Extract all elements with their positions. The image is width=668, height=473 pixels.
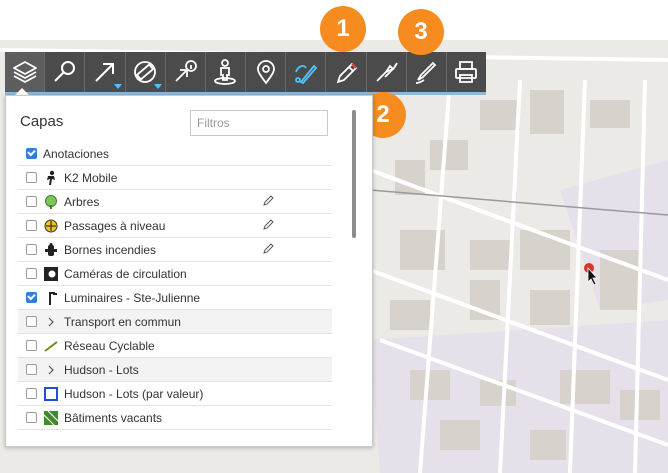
square-outline-icon [43,386,59,402]
filter-input[interactable] [190,110,328,136]
layer-label: Hudson - Lots (par valeur) [64,386,204,401]
layer-row-passages-a-niveau[interactable]: Passages à niveau [18,214,332,238]
arrow-button[interactable] [85,52,126,92]
location-button[interactable] [246,52,287,92]
print-icon [455,61,478,83]
layer-row-bornes-incendies[interactable]: Bornes incendies [18,238,332,262]
panel-scrollbar[interactable] [352,110,356,238]
layer-label: Bornes incendies [64,242,157,257]
search-icon [54,61,75,82]
layer-label: Anotaciones [43,146,110,161]
layer-label: Hudson - Lots [64,362,139,377]
layer-row-arbres[interactable]: Arbres [18,190,332,214]
street-view-button[interactable] [206,52,247,92]
layer-row-reseau-cyclable[interactable]: Réseau Cyclable [18,334,332,358]
crossing-icon [43,218,59,234]
layer-checkbox[interactable] [26,244,37,255]
layer-label: Luminaires - Ste-Julienne [64,290,201,305]
edit-pencil-icon[interactable] [262,243,274,255]
layer-checkbox[interactable] [26,388,37,399]
arrow-icon [95,63,114,82]
info-arrow-button[interactable] [166,52,206,92]
map-toolbar [5,52,486,95]
measure-icon [134,61,156,83]
draw-tool-icon [294,64,318,85]
pencil-button[interactable] [326,52,367,92]
measure-button[interactable] [126,52,166,92]
layers-icon [12,61,37,83]
layers-panel: Capas Anotaciones K2 Mobile Arbres [5,95,373,447]
edit-pencil-icon[interactable] [262,195,274,207]
layer-label: Bâtiments vacants [64,410,163,425]
streetlight-icon [43,290,59,306]
layer-checkbox[interactable] [26,220,37,231]
layer-label: K2 Mobile [64,170,118,185]
layer-label: Réseau Cyclable [64,338,155,353]
layer-checkbox[interactable] [26,196,37,207]
layer-row-cameras-de-circulation[interactable]: Caméras de circulation [18,262,332,286]
camera-icon [43,266,59,282]
edit-pencil-icon[interactable] [262,219,274,231]
callout-badge-1: 1 [320,6,366,52]
layer-row-batiments-vacants[interactable]: Bâtiments vacants [18,406,332,430]
chevron-right-icon[interactable] [43,362,59,378]
layer-checkbox[interactable] [26,292,37,303]
pencil-icon [336,62,358,84]
panel-title: Capas [20,113,64,130]
layer-row-k2-mobile[interactable]: K2 Mobile [18,166,332,190]
layer-checkbox[interactable] [26,148,37,159]
layer-checkbox[interactable] [26,412,37,423]
markers-icon [376,62,398,82]
layer-label: Transport en commun [64,314,181,329]
location-pin-icon [256,60,275,85]
person-icon [43,170,59,186]
draw-tool-button[interactable] [286,52,327,92]
print-button[interactable] [447,52,486,92]
hatched-square-icon [43,410,59,426]
layer-checkbox[interactable] [26,268,37,279]
layer-row-anotaciones[interactable]: Anotaciones [18,142,332,166]
chevron-down-icon [113,84,122,89]
pen-icon [416,61,437,84]
layer-label: Arbres [64,194,100,209]
layer-checkbox[interactable] [26,340,37,351]
layer-checkbox[interactable] [26,172,37,183]
search-button[interactable] [45,52,86,92]
bike-lane-icon [43,338,59,354]
layer-label: Caméras de circulation [64,266,187,281]
layer-label: Passages à niveau [64,218,166,233]
tree-icon [43,194,59,210]
layer-row-hudson-lots-par-valeur[interactable]: Hudson - Lots (par valeur) [18,382,332,406]
markers-button[interactable] [367,52,407,92]
layer-checkbox[interactable] [26,364,37,375]
chevron-right-icon[interactable] [43,314,59,330]
layer-row-transport-en-commun[interactable]: Transport en commun [18,310,332,334]
pen-button[interactable] [407,52,447,92]
callout-badge-3: 3 [398,9,444,55]
hydrant-icon [43,242,59,258]
layer-checkbox[interactable] [26,316,37,327]
layer-list: Anotaciones K2 Mobile Arbres Passages à … [18,142,332,430]
layer-row-hudson-lots[interactable]: Hudson - Lots [18,358,332,382]
info-arrow-icon [175,60,198,82]
layers-button[interactable] [5,52,46,92]
layer-row-luminaires-ste-julienne[interactable]: Luminaires - Ste-Julienne [18,286,332,310]
street-view-icon [214,59,237,85]
chevron-down-icon [153,84,162,89]
